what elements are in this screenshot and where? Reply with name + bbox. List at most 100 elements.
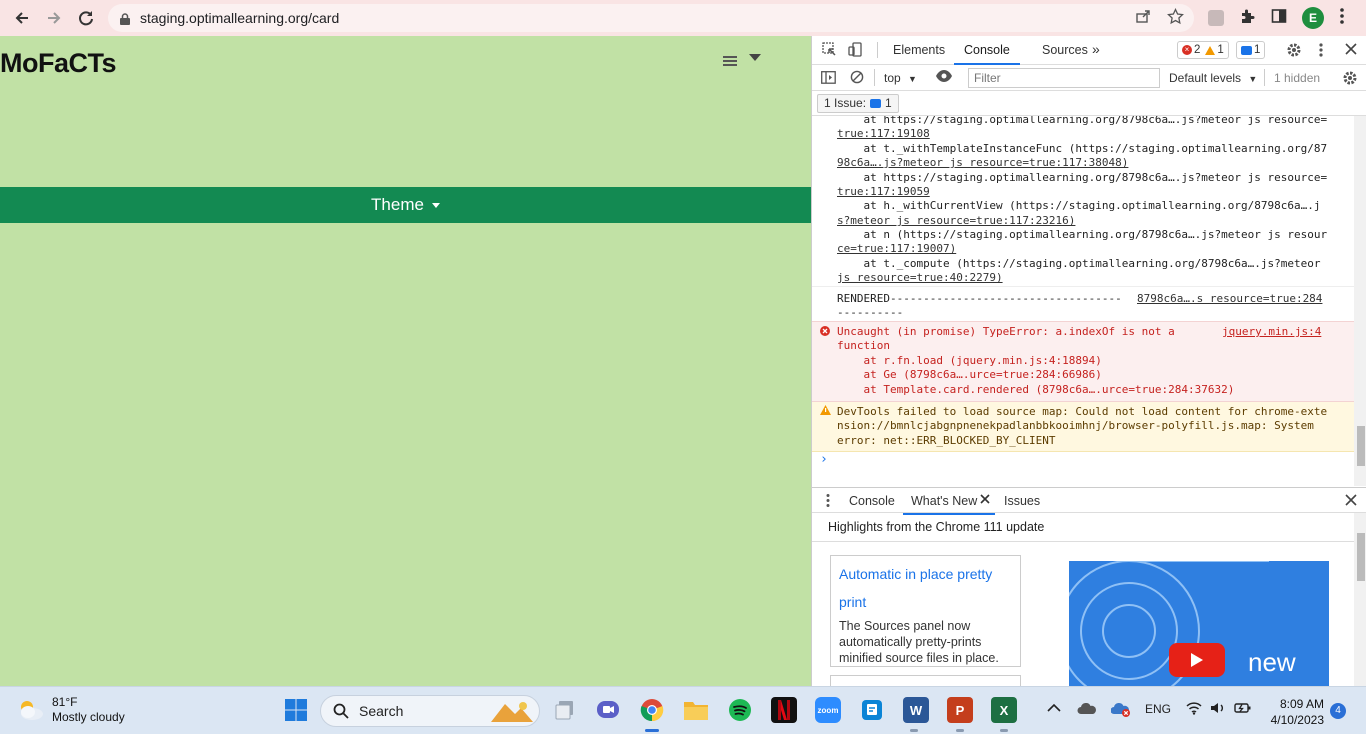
file-explorer-icon[interactable] bbox=[683, 697, 709, 723]
close-tab-icon[interactable] bbox=[980, 493, 990, 507]
close-devtools-icon[interactable] bbox=[1345, 42, 1357, 58]
volume-icon[interactable] bbox=[1210, 701, 1226, 718]
console-line[interactable]: 98c6a….js?meteor js resource=true:117:38… bbox=[837, 156, 1327, 170]
tab-console[interactable]: Console bbox=[954, 43, 1020, 65]
running-app-indicator bbox=[956, 729, 964, 732]
drawer-tabbar: Console What's New Issues bbox=[812, 487, 1366, 515]
chrome-icon[interactable] bbox=[639, 697, 665, 723]
address-bar[interactable]: staging.optimallearning.org/card bbox=[108, 4, 1194, 32]
dropdown-caret-icon[interactable] bbox=[749, 54, 761, 61]
sidebar-toggle-icon[interactable] bbox=[821, 71, 836, 87]
wifi-icon[interactable] bbox=[1186, 701, 1202, 718]
feature-card[interactable] bbox=[830, 675, 1021, 686]
scroll-thumb[interactable] bbox=[1357, 426, 1365, 466]
teams-chat-icon[interactable] bbox=[595, 697, 621, 723]
drawer-menu-icon[interactable] bbox=[826, 493, 830, 511]
messages-badge[interactable]: 1 bbox=[1236, 41, 1266, 59]
extensions-puzzle-icon[interactable] bbox=[1239, 8, 1256, 29]
console-output: at https://staging.optimallearning.org/8… bbox=[812, 116, 1354, 486]
devtools-menu-icon[interactable] bbox=[1319, 42, 1323, 61]
browser-menu-icon[interactable] bbox=[1340, 7, 1344, 29]
console-line[interactable]: true:117:19108 bbox=[837, 127, 1327, 141]
error-source-link[interactable]: jquery.min.js:4 bbox=[1222, 325, 1322, 339]
live-expression-eye-icon[interactable] bbox=[935, 69, 953, 86]
task-view-icon[interactable] bbox=[552, 697, 578, 723]
console-filter-input[interactable]: Filter bbox=[968, 68, 1160, 88]
taskbar-search[interactable]: Search bbox=[320, 695, 540, 727]
drawer-scrollbar[interactable] bbox=[1354, 513, 1366, 686]
scroll-thumb[interactable] bbox=[1357, 533, 1365, 581]
warning-line: DevTools failed to load source map: Coul… bbox=[837, 405, 1328, 418]
feature-card-title[interactable]: Automatic in place pretty print bbox=[839, 560, 1012, 616]
tab-sources[interactable]: Sources bbox=[1042, 43, 1088, 57]
console-prompt[interactable]: › bbox=[820, 452, 1310, 467]
theme-dropdown[interactable]: Theme bbox=[0, 187, 811, 223]
issue-counter-badge[interactable]: × 2 1 bbox=[1177, 41, 1229, 59]
side-panel-icon[interactable] bbox=[1271, 8, 1287, 28]
drawer-tab-issues[interactable]: Issues bbox=[1004, 494, 1040, 508]
netflix-icon[interactable] bbox=[771, 697, 797, 723]
whats-new-divider bbox=[812, 541, 1354, 542]
theme-caret-icon[interactable] bbox=[431, 202, 440, 208]
feedback-app-icon[interactable] bbox=[859, 697, 885, 723]
clear-console-icon[interactable] bbox=[850, 70, 864, 87]
clock-date: 4/10/2023 bbox=[1270, 713, 1324, 727]
console-error-message: Uncaught (in promise) TypeError: a.index… bbox=[812, 321, 1354, 402]
video-thumbnail[interactable]: new bbox=[1069, 561, 1329, 686]
zoom-icon[interactable]: zoom bbox=[815, 697, 841, 723]
url-text[interactable]: staging.optimallearning.org/card bbox=[140, 10, 339, 26]
powerpoint-icon[interactable]: P bbox=[947, 697, 973, 723]
warning-line: error: net::ERR_BLOCKED_BY_CLIENT bbox=[837, 434, 1056, 447]
drawer-tab-console[interactable]: Console bbox=[849, 494, 895, 508]
feature-card[interactable]: Automatic in place pretty print The Sour… bbox=[830, 555, 1021, 667]
weather-widget[interactable]: 81°F Mostly cloudy bbox=[16, 695, 125, 725]
youtube-play-icon[interactable] bbox=[1169, 643, 1225, 677]
excel-icon[interactable]: X bbox=[991, 697, 1017, 723]
device-toolbar-icon[interactable] bbox=[848, 42, 864, 60]
profile-avatar[interactable]: E bbox=[1302, 7, 1324, 29]
battery-icon[interactable] bbox=[1234, 701, 1252, 718]
settings-gear-icon[interactable] bbox=[1286, 42, 1302, 61]
drawer-tab-whats-new[interactable]: What's New bbox=[902, 494, 996, 515]
context-selector[interactable]: top ▼ bbox=[884, 71, 917, 85]
reload-icon[interactable] bbox=[75, 7, 97, 29]
console-line: at https://staging.optimallearning.org/8… bbox=[837, 116, 1328, 126]
site-logo[interactable]: MoFaCTs bbox=[0, 48, 117, 79]
web-page: MoFaCTs Theme bbox=[0, 36, 811, 686]
bookmark-star-icon[interactable] bbox=[1167, 7, 1184, 29]
share-icon[interactable] bbox=[1135, 8, 1151, 28]
console-line[interactable]: js resource=true:40:2279) bbox=[837, 271, 1327, 285]
onedrive-icon[interactable] bbox=[1077, 702, 1097, 718]
console-settings-icon[interactable] bbox=[1342, 70, 1358, 89]
notification-badge[interactable]: 4 bbox=[1330, 703, 1346, 719]
inspect-element-icon[interactable] bbox=[822, 42, 837, 60]
rendered-source-link[interactable]: 8798c6a….s resource=true:284 bbox=[1137, 292, 1327, 306]
hamburger-menu-icon[interactable] bbox=[723, 56, 737, 66]
forward-icon[interactable] bbox=[43, 7, 65, 29]
back-icon[interactable] bbox=[11, 7, 33, 29]
issues-button[interactable]: 1 Issue: 1 bbox=[817, 94, 899, 113]
word-icon[interactable]: W bbox=[903, 697, 929, 723]
error-stack-line[interactable]: at r.fn.load (jquery.min.js:4:18894) bbox=[837, 354, 1327, 368]
devtools-tabbar: Elements Console Sources » × 2 1 1 bbox=[812, 36, 1366, 65]
language-indicator[interactable]: ENG bbox=[1145, 702, 1171, 716]
more-tabs-icon[interactable]: » bbox=[1092, 41, 1100, 57]
console-line[interactable]: ce=true:117:19007) bbox=[837, 242, 1327, 256]
error-stack-line[interactable]: at Ge (8798c6a….urce=true:284:66986) bbox=[837, 368, 1327, 382]
error-stack-line[interactable]: at Template.card.rendered (8798c6a….urce… bbox=[837, 383, 1327, 397]
extension-app-icon[interactable] bbox=[1207, 9, 1225, 31]
show-hidden-icons-icon[interactable] bbox=[1047, 702, 1061, 716]
issues-message-icon bbox=[870, 99, 882, 108]
console-line[interactable]: true:117:19059 bbox=[837, 185, 1327, 199]
windows-start-icon[interactable] bbox=[283, 697, 309, 723]
theme-label[interactable]: Theme bbox=[371, 195, 424, 215]
console-scrollbar[interactable] bbox=[1354, 116, 1366, 486]
console-line[interactable]: s?meteor js resource=true:117:23216) bbox=[837, 214, 1327, 228]
lock-icon[interactable] bbox=[120, 12, 130, 25]
tab-elements[interactable]: Elements bbox=[893, 43, 945, 57]
taskbar-clock[interactable]: 8:09 AM 4/10/2023 bbox=[1262, 696, 1324, 728]
spotify-icon[interactable] bbox=[727, 697, 753, 723]
close-drawer-icon[interactable] bbox=[1345, 494, 1357, 509]
security-app-icon[interactable] bbox=[1110, 702, 1131, 721]
log-levels-dropdown[interactable]: Default levels ▼ bbox=[1169, 71, 1257, 85]
